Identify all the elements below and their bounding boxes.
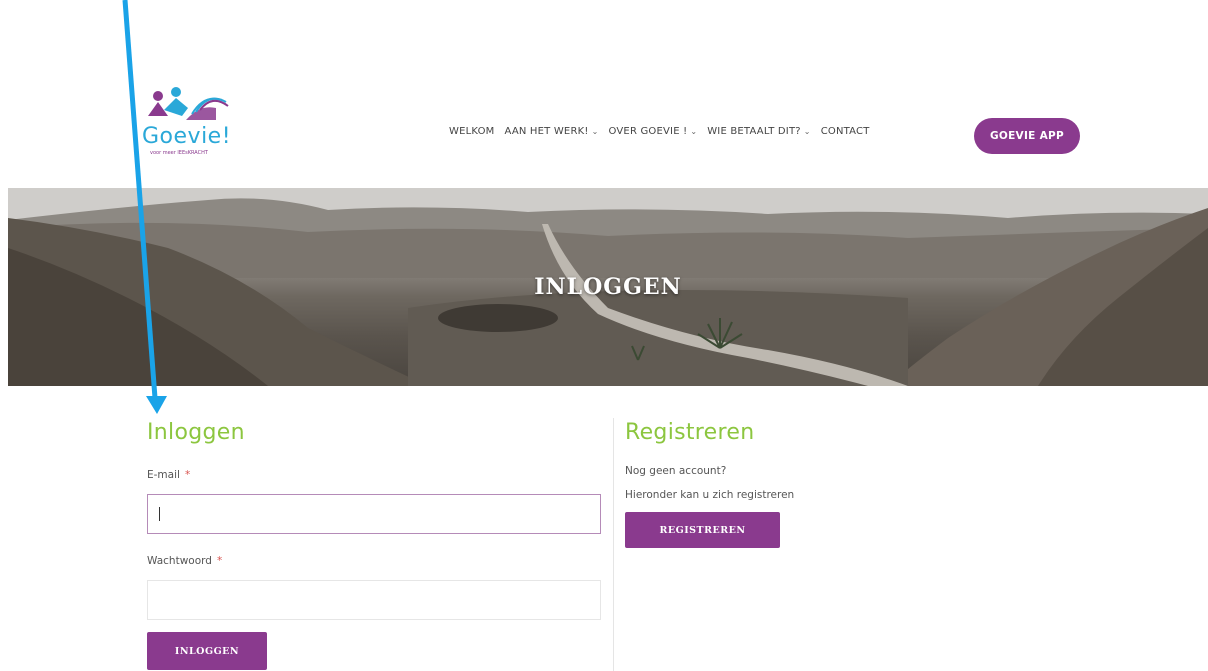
register-button[interactable]: REGISTREREN <box>625 512 780 548</box>
column-divider <box>613 418 614 671</box>
nav-label: AAN HET WERK! <box>504 126 589 137</box>
logo-tagline: voor meer lEEsKRACHT <box>150 150 208 156</box>
site-logo[interactable]: Goevie! voor meer lEEsKRACHT <box>142 86 252 160</box>
password-label-row: Wachtwoord * <box>147 549 601 568</box>
required-mark: * <box>217 555 223 567</box>
email-label: E-mail <box>147 469 180 481</box>
nav-label: WIE BETAALT DIT? <box>707 126 801 137</box>
register-text-line1: Nog geen account? <box>625 465 727 477</box>
site-header: Goevie! voor meer lEEsKRACHT WELKOM AAN … <box>0 0 1208 188</box>
chevron-down-icon: ⌄ <box>591 127 599 136</box>
hero-banner: INLOGGEN <box>8 188 1208 386</box>
register-section: Registreren Nog geen account? Hieronder … <box>625 420 1065 548</box>
login-heading: Inloggen <box>147 420 245 445</box>
chevron-down-icon: ⌄ <box>803 127 811 136</box>
nav-item-aan-het-werk[interactable]: AAN HET WERK! ⌄ <box>505 126 599 137</box>
password-label: Wachtwoord <box>147 555 212 567</box>
email-field[interactable] <box>147 494 601 534</box>
nav-item-over-goevie[interactable]: OVER GOEVIE ! ⌄ <box>608 126 697 137</box>
nav-label: OVER GOEVIE ! <box>608 126 688 137</box>
email-label-row: E-mail * <box>147 463 601 482</box>
logo-text: Goevie! <box>142 124 232 149</box>
nav-label: WELKOM <box>449 126 495 137</box>
goevie-app-button[interactable]: GOEVIE APP <box>974 118 1080 154</box>
register-heading: Registreren <box>625 420 755 445</box>
text-caret <box>159 507 160 521</box>
nav-item-welkom[interactable]: WELKOM <box>449 126 495 137</box>
required-mark: * <box>185 469 191 481</box>
password-field[interactable] <box>147 580 601 620</box>
main-nav: WELKOM AAN HET WERK! ⌄ OVER GOEVIE ! ⌄ W… <box>449 126 880 137</box>
nav-item-contact[interactable]: CONTACT <box>821 126 870 137</box>
login-submit-button[interactable]: INLOGGEN <box>147 632 267 670</box>
chevron-down-icon: ⌄ <box>690 127 698 136</box>
nav-item-wie-betaalt-dit[interactable]: WIE BETAALT DIT? ⌄ <box>707 126 810 137</box>
nav-label: CONTACT <box>820 126 870 137</box>
register-text-line2: Hieronder kan u zich registreren <box>625 489 795 501</box>
login-section: Inloggen E-mail * Wachtwoord * INLOGGEN <box>147 420 601 670</box>
hero-title: INLOGGEN <box>534 274 682 300</box>
